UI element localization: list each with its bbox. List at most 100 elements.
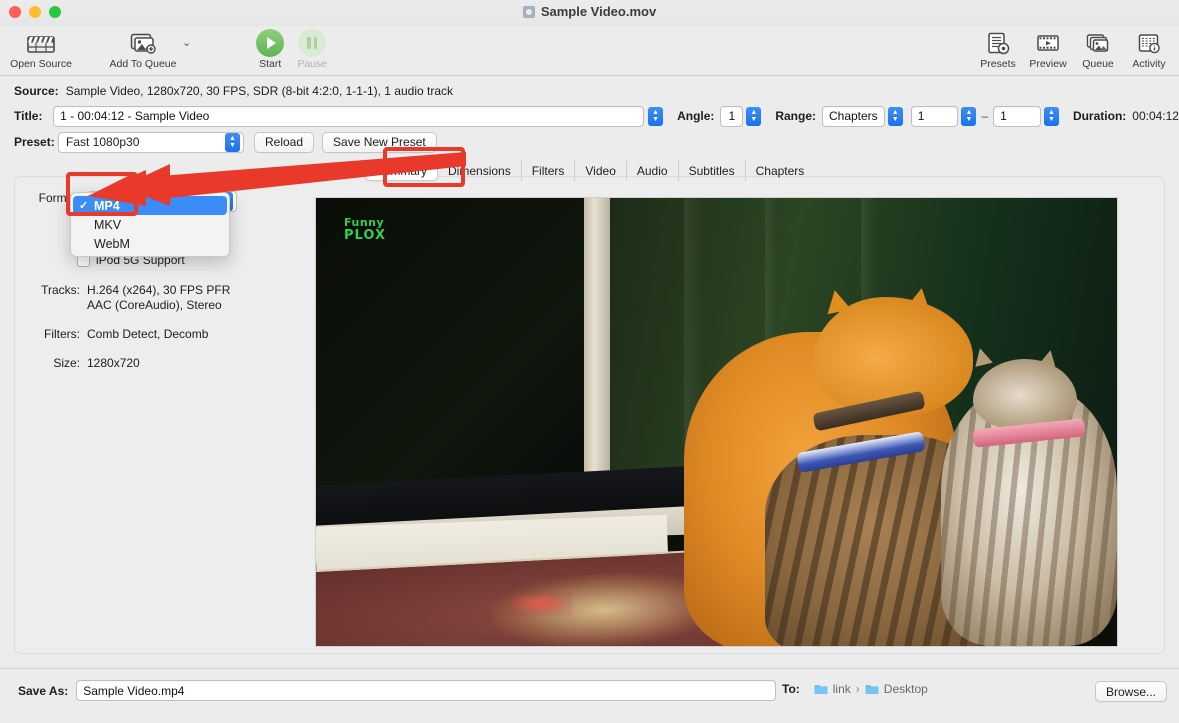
preset-label: Preset: [14,135,55,149]
path-part-desktop: Desktop [883,682,928,696]
range-start-stepper[interactable]: ▲ ▼ [961,106,977,126]
title-value: 1 - 00:04:12 - Sample Video [60,109,210,123]
toolbar-right-group: Presets Preview Queue Activity [973,30,1175,70]
toolbar-queue[interactable]: Queue [1073,30,1123,70]
toolbar-pause: Pause [275,29,349,70]
tab-filters-label: Filters [531,164,565,178]
chevron-down-icon[interactable]: ⌄ [182,36,191,49]
document-icon [522,5,535,18]
video-watermark: Funny PLOX [344,216,386,242]
range-type-select[interactable]: Chapters [821,105,885,127]
destination-group: To: link › Desktop [782,682,928,696]
path-separator: › [855,682,860,696]
presets-icon [985,30,1011,56]
destination-path[interactable]: link › Desktop [814,682,928,696]
format-dropdown-menu[interactable]: ✓ MP4 MKV WebM [70,192,230,257]
range-start-field[interactable]: 1 [910,105,959,127]
tab-audio-label: Audio [636,164,668,178]
filters-label: Filters: [44,327,80,341]
tab-summary-label: Summary [375,164,428,178]
save-as-group: Save As: Sample Video.mp4 [18,680,777,701]
save-new-preset-label: Save New Preset [333,135,426,149]
preset-value: Fast 1080p30 [66,135,140,149]
save-as-value: Sample Video.mp4 [83,683,185,698]
queue-stack-icon [1085,30,1111,56]
tab-subtitles-label: Subtitles [688,164,735,178]
preset-stepper-icon: ▲ ▼ [225,132,240,152]
format-menu-item-webm-label: WebM [94,236,130,251]
tab-video-label: Video [585,164,616,178]
toolbar-activity[interactable]: Activity [1123,30,1175,70]
size-value: 1280x720 [87,356,140,370]
tab-summary[interactable]: Summary [364,161,439,181]
range-type-stepper[interactable]: ▲ ▼ [887,106,903,126]
format-menu-item-mkv-label: MKV [94,217,122,232]
tab-subtitles[interactable]: Subtitles [679,161,746,181]
size-label: Size: [53,356,80,370]
toolbar-open-source-label: Open Source [10,58,72,70]
toolbar-pause-label: Pause [297,58,328,70]
range-end-stepper[interactable]: ▲ ▼ [1043,106,1059,126]
preset-select[interactable]: Fast 1080p30 ▲ ▼ [58,131,244,153]
duration-label: Duration: [1072,109,1127,123]
format-menu-item-mp4[interactable]: ✓ MP4 [73,196,227,215]
save-new-preset-button[interactable]: Save New Preset [322,131,437,153]
video-preview[interactable]: Funny PLOX [315,197,1118,647]
format-menu-item-mp4-label: MP4 [94,198,120,213]
toolbar-activity-label: Activity [1132,58,1166,70]
angle-stepper[interactable]: ▲ ▼ [746,106,762,126]
title-stepper[interactable]: ▲ ▼ [648,106,664,126]
tab-filters[interactable]: Filters [522,161,576,181]
browse-button[interactable]: Browse... [1094,681,1167,702]
check-icon: ✓ [79,200,89,212]
video-frame: Funny PLOX [316,198,1117,646]
tab-video[interactable]: Video [575,161,627,181]
size-row: Size: 1280x720 [25,356,310,371]
tab-bar: Summary Dimensions Filters Video Audio S… [0,161,1179,181]
toolbar-left-group: Open Source Add To Queue ⌄ Start Pause [4,29,349,70]
tab-dimensions-label: Dimensions [448,164,511,178]
clapperboard-icon [27,30,55,56]
toolbar-open-source[interactable]: Open Source [4,30,78,70]
tabs-group: Summary Dimensions Filters Video Audio S… [364,161,815,181]
save-as-label: Save As: [18,683,69,698]
tab-dimensions[interactable]: Dimensions [438,161,522,181]
activity-log-icon [1136,30,1162,56]
save-as-input[interactable]: Sample Video.mp4 [76,680,777,701]
browse-label: Browse... [1105,684,1156,699]
toolbar-add-to-queue[interactable]: Add To Queue [106,30,180,70]
tab-chapters[interactable]: Chapters [746,161,815,181]
path-part-link: link [832,682,851,696]
range-start-value: 1 [917,109,925,123]
format-menu-item-mkv[interactable]: MKV [73,215,227,234]
title-select[interactable]: 1 - 00:04:12 - Sample Video [53,105,645,127]
tracks-row: Tracks: H.264 (x264), 30 FPS PFR AAC (Co… [25,283,310,313]
angle-field[interactable]: 1 [720,105,744,127]
tracks-line-2: AAC (CoreAudio), Stereo [87,298,222,312]
to-label: To: [782,682,800,696]
reload-button[interactable]: Reload [254,131,315,153]
video-watermark-line-1: Funny [344,215,385,229]
main-toolbar: Open Source Add To Queue ⌄ Start Pause P… [0,26,1179,76]
folder-icon [814,685,828,694]
window-title: Sample Video.mov [0,4,1179,19]
add-to-queue-icon [129,30,157,56]
range-dash: – [981,109,989,123]
toolbar-add-to-queue-wrap: Add To Queue ⌄ [106,30,191,70]
video-rug-red-flower [508,592,573,615]
range-end-field[interactable]: 1 [993,105,1041,127]
toolbar-preview-label: Preview [1029,58,1067,70]
angle-value: 1 [728,109,736,123]
source-row: Source: Sample Video, 1280x720, 30 FPS, … [0,80,1179,102]
toolbar-preview[interactable]: Preview [1023,30,1073,70]
tab-audio[interactable]: Audio [627,161,679,181]
source-label: Source: [14,84,59,98]
bottom-bar: Save As: Sample Video.mp4 To: link › Des… [0,668,1179,723]
tab-chapters-label: Chapters [755,164,805,178]
tracks-line-1: H.264 (x264), 30 FPS PFR [87,283,231,297]
tracks-label: Tracks: [41,283,80,297]
toolbar-presets[interactable]: Presets [973,30,1023,70]
preset-row: Preset: Fast 1080p30 ▲ ▼ Reload Save New … [0,130,1179,154]
reload-label: Reload [265,135,304,149]
format-menu-item-webm[interactable]: WebM [73,234,227,253]
